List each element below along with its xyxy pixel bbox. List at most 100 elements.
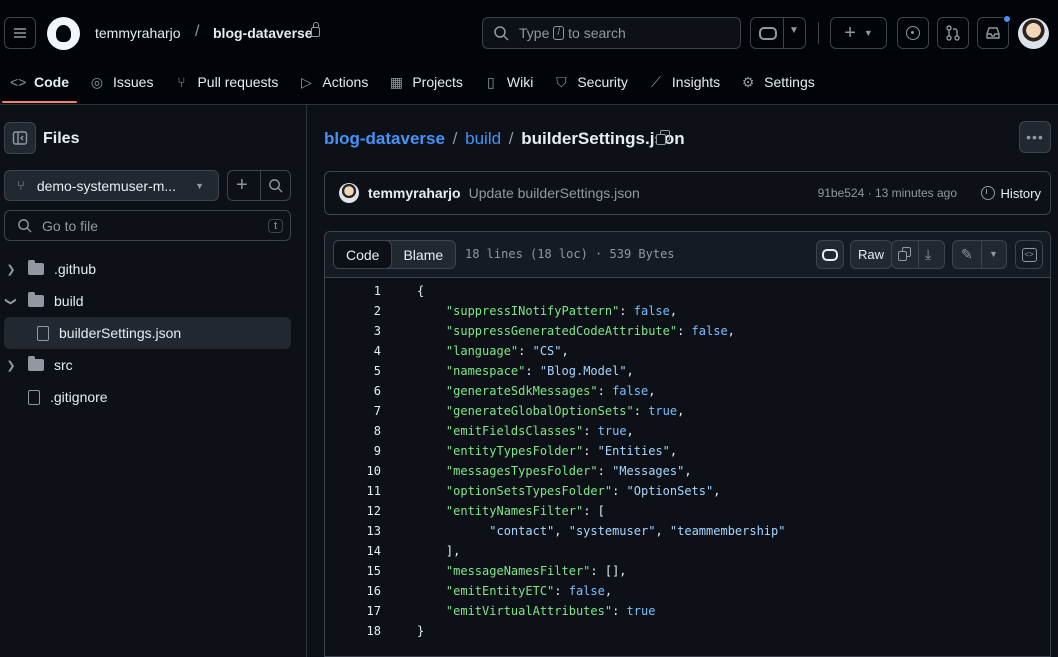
folder-icon: [28, 260, 44, 275]
line-text: "entityTypesFolder": "Entities",: [445, 444, 678, 458]
line-number[interactable]: 7: [325, 404, 381, 424]
repo-link[interactable]: blog-dataverse: [213, 25, 313, 41]
tab-pull-requests[interactable]: ⑂ Pull requests: [163, 62, 288, 102]
chevron-down-icon: ▼: [195, 180, 204, 191]
symbols-panel-button[interactable]: <>: [1015, 240, 1043, 269]
line-number[interactable]: 3: [325, 324, 381, 344]
line-number[interactable]: 2: [325, 304, 381, 324]
history-button[interactable]: History: [980, 186, 1041, 201]
chevron-down-icon[interactable]: ▼: [989, 249, 998, 259]
line-text: "messageNamesFilter": [],: [445, 564, 627, 578]
line-text: ],: [445, 544, 461, 558]
folder-open-icon: [28, 292, 44, 307]
code-line: 1{: [325, 284, 424, 304]
search-input[interactable]: Type / to search: [482, 17, 741, 49]
line-number[interactable]: 9: [325, 444, 381, 464]
tree-folder-src[interactable]: ❯ src: [0, 349, 290, 381]
sidebar-collapse-icon: [12, 131, 28, 145]
breadcrumb-repo-link[interactable]: blog-dataverse: [324, 129, 445, 148]
copy-icon[interactable]: [898, 247, 913, 262]
file-viewer: Code Blame 18 lines (18 loc) · 539 Bytes…: [324, 231, 1051, 657]
issues-button[interactable]: [897, 17, 929, 49]
tree-folder-github[interactable]: ❯ .github: [0, 253, 290, 285]
branch-selector[interactable]: ⑂ demo-systemuser-m... ▼: [4, 170, 219, 201]
copilot-button[interactable]: ▼: [750, 17, 806, 49]
file-tree-sidebar: Files ⑂ demo-systemuser-m... ▼ + Go to f…: [0, 105, 307, 657]
tab-actions[interactable]: ▷ Actions: [288, 62, 378, 102]
go-to-file-input[interactable]: Go to file t: [4, 210, 291, 241]
tab-settings[interactable]: ⚙ Settings: [730, 62, 825, 102]
line-number[interactable]: 13: [325, 524, 381, 544]
chevron-down-icon: ❯: [4, 296, 17, 306]
line-number[interactable]: 15: [325, 564, 381, 584]
inbox-button[interactable]: [977, 15, 1011, 49]
copilot-icon: [822, 248, 838, 261]
tab-insights[interactable]: ⟋ Insights: [638, 62, 730, 102]
file-icon: [37, 325, 49, 341]
line-number[interactable]: 8: [325, 424, 381, 444]
code-line: 12 "entityNamesFilter": [: [325, 504, 605, 524]
download-icon[interactable]: ⤓: [925, 246, 931, 263]
tab-security[interactable]: ⛉ Security: [543, 62, 638, 102]
copy-path-icon[interactable]: [656, 130, 672, 146]
breadcrumb-folder-link[interactable]: build: [465, 129, 501, 148]
tree-file-buildersettings[interactable]: builderSettings.json: [4, 317, 291, 349]
blame-view-button[interactable]: Blame: [391, 241, 455, 268]
raw-button[interactable]: Raw: [850, 240, 892, 269]
github-logo[interactable]: [47, 17, 80, 50]
pull-request-icon: ⑂: [177, 74, 186, 90]
tree-file-gitignore[interactable]: .gitignore: [0, 381, 290, 413]
line-text: }: [417, 624, 425, 638]
plus-icon: +: [844, 21, 856, 44]
commit-author-avatar[interactable]: [339, 183, 359, 203]
tab-projects[interactable]: ▦ Projects: [378, 62, 473, 102]
tab-code[interactable]: <> Code: [0, 62, 79, 103]
collapse-sidebar-button[interactable]: [4, 122, 36, 154]
commit-message[interactable]: Update builderSettings.json: [469, 185, 640, 201]
add-file-button[interactable]: +: [227, 170, 291, 201]
tab-label: Insights: [671, 74, 721, 90]
search-icon[interactable]: [268, 178, 283, 193]
pull-requests-button[interactable]: [937, 17, 969, 49]
code-view-button[interactable]: Code: [333, 240, 393, 269]
line-number[interactable]: 1: [325, 284, 381, 304]
line-number[interactable]: 6: [325, 384, 381, 404]
line-number[interactable]: 17: [325, 604, 381, 624]
line-text: "emitFieldsClasses": true,: [445, 424, 634, 438]
issue-icon: ◎: [90, 73, 104, 90]
owner-link[interactable]: temmyraharjo: [95, 25, 181, 41]
app-header: temmyraharjo / blog-dataverse Type / to …: [0, 0, 1058, 105]
search-shortcut-key: /: [553, 26, 565, 40]
breadcrumb-separator: /: [195, 23, 200, 40]
line-number[interactable]: 14: [325, 544, 381, 564]
commit-sha-time[interactable]: 91be524 · 13 minutes ago: [818, 186, 957, 200]
line-number[interactable]: 5: [325, 364, 381, 384]
hamburger-icon[interactable]: [4, 17, 36, 49]
line-text: {: [417, 284, 425, 298]
line-number[interactable]: 16: [325, 584, 381, 604]
shield-icon: ⛉: [556, 73, 567, 90]
code-line: 2 "suppressINotifyPattern": false,: [325, 304, 677, 324]
chevron-right-icon: ❯: [6, 263, 16, 276]
folder-icon: [28, 356, 44, 371]
tab-wiki[interactable]: ▯ Wiki: [473, 62, 543, 102]
pencil-icon[interactable]: ✎: [961, 246, 973, 263]
line-number[interactable]: 12: [325, 504, 381, 524]
line-number[interactable]: 18: [325, 624, 381, 644]
commit-author[interactable]: temmyraharjo: [368, 185, 461, 201]
tree-folder-build[interactable]: ❯ build: [0, 285, 290, 317]
create-new-button[interactable]: + ▼: [830, 17, 887, 49]
play-icon: ▷: [301, 73, 312, 90]
code-line: 7 "generateGlobalOptionSets": true,: [325, 404, 685, 424]
line-number[interactable]: 10: [325, 464, 381, 484]
breadcrumb-separator: /: [508, 129, 514, 148]
book-icon: ▯: [487, 73, 495, 90]
copilot-button[interactable]: [816, 240, 844, 269]
tab-label: Settings: [764, 74, 815, 90]
line-number[interactable]: 4: [325, 344, 381, 364]
user-avatar[interactable]: [1018, 18, 1049, 49]
more-options-button[interactable]: •••: [1019, 121, 1051, 153]
view-toggle: Code Blame: [333, 240, 457, 269]
tab-issues[interactable]: ◎ Issues: [79, 62, 163, 102]
line-number[interactable]: 11: [325, 484, 381, 504]
